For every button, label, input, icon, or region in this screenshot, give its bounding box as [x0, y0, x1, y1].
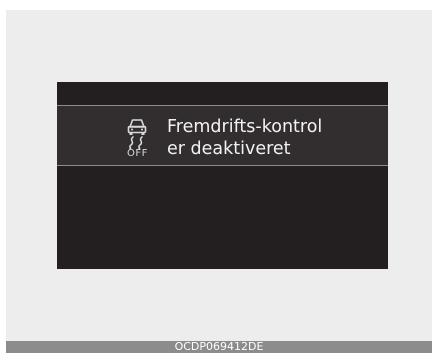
figure-code: OCDP069412DE	[174, 340, 264, 353]
status-message: Fremdrifts-kontrol er deaktiveret	[167, 116, 322, 160]
cluster-display: OFF Fremdrifts-kontrol er deaktiveret	[57, 82, 388, 269]
message-line-1: Fremdrifts-kontrol	[167, 117, 323, 137]
notification-band: OFF Fremdrifts-kontrol er deaktiveret	[57, 105, 388, 166]
message-line-2: er deaktiveret	[167, 139, 291, 159]
caption-bar: OCDP069412DE	[6, 340, 432, 353]
off-label: OFF	[127, 148, 148, 159]
